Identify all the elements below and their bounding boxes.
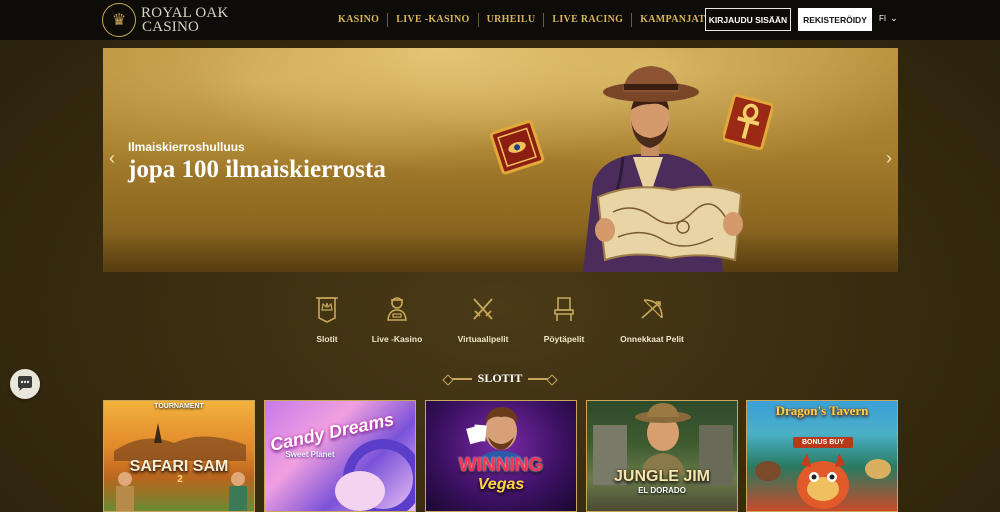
category-label: Live -Kasino <box>371 334 423 344</box>
game-grid: TOURNAMENT SAFARI SAM 2 Candy Dreams Swe… <box>103 400 898 512</box>
top-header: ♛ ROYAL OAK CASINO KASINO LIVE -KASINO U… <box>0 0 1000 40</box>
game-tile-candy-dreams[interactable]: Candy Dreams Sweet Planet <box>264 400 416 512</box>
chevron-left-icon[interactable]: ‹ <box>109 148 115 169</box>
banner-crown-icon <box>316 297 338 323</box>
tournament-badge: TOURNAMENT <box>154 403 204 410</box>
category-label: Slotit <box>316 334 338 344</box>
chat-button[interactable] <box>10 369 40 399</box>
chat-bubble-icon <box>18 376 32 391</box>
category-poytapelit[interactable]: Pöytäpelit <box>524 294 604 344</box>
logo-line-2: CASINO <box>142 19 200 35</box>
bow-arrow-icon <box>641 299 663 319</box>
category-bar: Slotit Live -Kasino Virtuaalipelit Pöytä… <box>300 294 700 354</box>
game-title: WINNING <box>458 455 544 476</box>
game-tile-winning-vegas[interactable]: WINNING Vegas <box>425 400 577 512</box>
explorer-character <box>583 66 743 272</box>
chevron-right-icon[interactable]: › <box>886 148 892 169</box>
nav-live-racing[interactable]: LIVE RACING <box>544 13 633 27</box>
nav-kasino[interactable]: KASINO <box>330 13 389 27</box>
hero-subtitle: Ilmaiskierroshulluus <box>128 140 245 154</box>
crossed-swords-icon <box>473 298 493 320</box>
ornament-left <box>449 377 472 380</box>
game-subtitle: Sweet Planet <box>285 450 335 459</box>
nav-urheilu[interactable]: URHEILU <box>479 13 545 27</box>
main-nav: KASINO LIVE -KASINO URHEILU LIVE RACING … <box>330 0 713 40</box>
game-subtitle: Vegas <box>477 476 525 493</box>
category-live-kasino[interactable]: Live -Kasino <box>357 294 437 344</box>
category-label: Onnekkaat Pelit <box>620 334 684 344</box>
logo-line-1: ROYAL OAK <box>141 5 229 21</box>
ornament-right <box>528 377 551 380</box>
category-onnekkaat-pelit[interactable]: Onnekkaat Pelit <box>612 294 692 344</box>
game-title: JUNGLE JIM <box>613 468 710 485</box>
section-title: SLOTIT <box>0 371 1000 386</box>
nav-kampanjat[interactable]: KAMPANJAT <box>632 13 713 27</box>
game-tile-jungle-jim[interactable]: JUNGLE JIM EL DORADO <box>586 400 738 512</box>
bonus-buy-badge: BONUS BUY <box>793 437 853 448</box>
language-selector[interactable]: FI ⌄ <box>879 13 898 24</box>
language-code: FI <box>879 14 887 23</box>
category-label: Virtuaalipelit <box>457 334 509 344</box>
book-icon <box>489 120 545 175</box>
royal-oak-logo[interactable]: ♛ ROYAL OAK CASINO <box>102 3 229 37</box>
hero-banner[interactable]: ‹ › Ilmaiskierroshulluus jopa 100 ilmais… <box>103 48 898 272</box>
nav-live-kasino[interactable]: LIVE -KASINO <box>388 13 479 27</box>
game-tile-safari-sam[interactable]: TOURNAMENT SAFARI SAM 2 <box>103 400 255 512</box>
category-virtuaalipelit[interactable]: Virtuaalipelit <box>443 294 523 344</box>
hero-title: jopa 100 ilmaiskierrosta <box>128 156 386 183</box>
dealer-icon <box>387 297 407 321</box>
login-button[interactable]: KIRJAUDU SISÄÄN <box>705 8 791 31</box>
category-label: Pöytäpelit <box>543 334 585 344</box>
game-subtitle: 2 <box>177 474 183 485</box>
register-button[interactable]: REKISTERÖIDY <box>798 8 872 31</box>
game-tile-dragons-tavern[interactable]: Dragon's Tavern BONUS BUY <box>746 400 898 512</box>
crown-icon: ♛ <box>102 3 136 37</box>
game-subtitle: EL DORADO <box>638 486 686 495</box>
throne-icon <box>554 297 574 321</box>
section-title-text: SLOTIT <box>477 371 523 385</box>
chevron-down-icon: ⌄ <box>890 13 898 23</box>
game-title: Dragon's Tavern <box>775 403 869 418</box>
category-slotit[interactable]: Slotit <box>287 294 367 344</box>
